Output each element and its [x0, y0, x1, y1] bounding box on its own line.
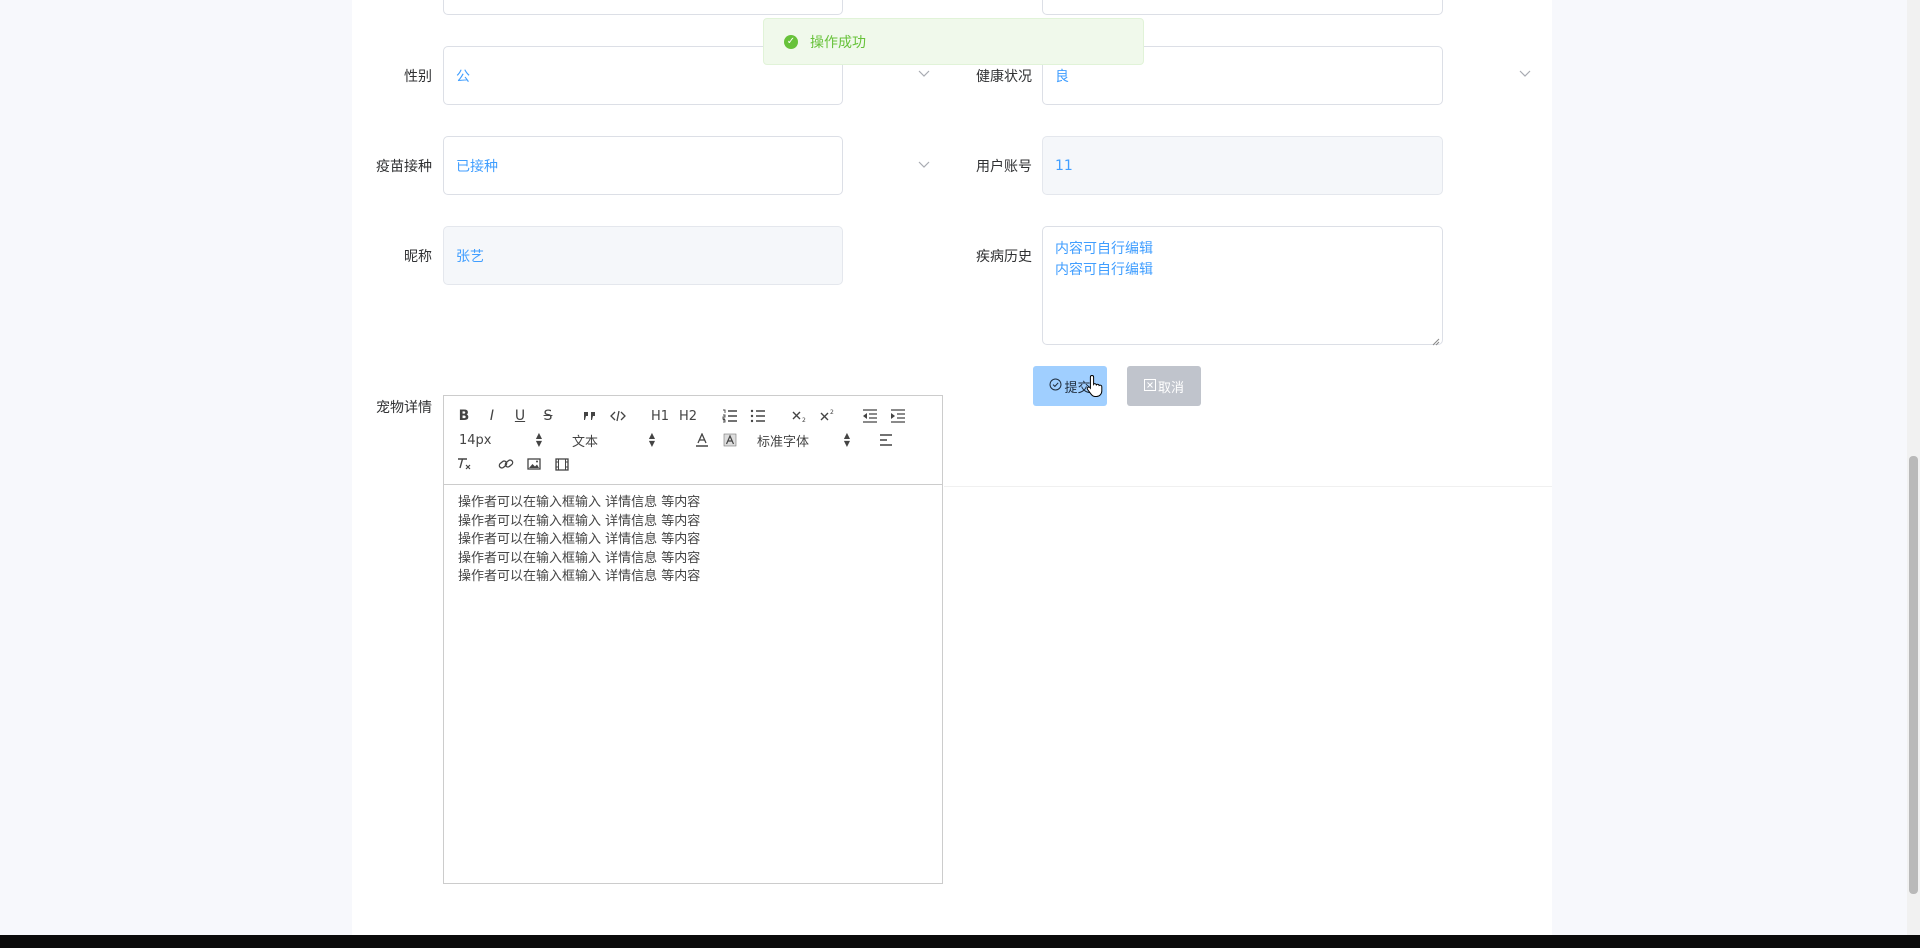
bottom-bar — [0, 935, 1920, 948]
svg-text:2: 2 — [802, 417, 806, 423]
account-value: 11 — [1055, 157, 1073, 174]
bullet-list-icon[interactable] — [746, 406, 770, 426]
close-square-icon — [1143, 378, 1156, 394]
font-family-value: 标准字体 — [757, 434, 810, 450]
history-textarea[interactable]: 内容可自行编辑 内容可自行编辑 — [1042, 226, 1443, 345]
editor-toolbar: B I U S H1 H2 2 2 14px ▲ ▼ 文本 ▲ ▼ 标准字体 ▲ ▼ — [443, 395, 943, 485]
link-icon[interactable] — [494, 454, 518, 474]
editor-line: 操作者可以在输入框输入 详情信息 等内容 — [458, 513, 701, 529]
check-circle-icon — [1049, 378, 1062, 394]
resize-handle-icon[interactable] — [1432, 334, 1440, 346]
details-label: 宠物详情 — [376, 400, 432, 416]
underline-icon[interactable]: U — [508, 406, 532, 426]
history-line: 内容可自行编辑 — [1055, 241, 1153, 257]
background-color-icon[interactable] — [718, 430, 742, 450]
editor-line: 操作者可以在输入框输入 详情信息 等内容 — [458, 532, 701, 547]
bold-icon[interactable]: B — [452, 406, 476, 426]
nickname-label: 昵称 — [404, 249, 432, 265]
text-color-icon[interactable] — [690, 430, 714, 450]
top-right-input-partial[interactable] — [1042, 0, 1443, 15]
nickname-value: 张艺 — [456, 248, 484, 265]
history-line: 内容可自行编辑 — [1055, 262, 1153, 278]
indent-icon[interactable] — [886, 406, 910, 426]
header-1-icon[interactable]: H1 — [648, 406, 672, 426]
gender-chevron-down-icon[interactable] — [918, 70, 930, 78]
scrollbar-thumb[interactable] — [1909, 456, 1918, 894]
header-picker[interactable]: 文本 ▲ ▼ — [572, 430, 655, 450]
editor-content[interactable]: 操作者可以在输入框输入 详情信息 等内容 操作者可以在输入框输入 详情信息 等内… — [458, 494, 928, 587]
account-label: 用户账号 — [976, 159, 1032, 175]
history-label: 疾病历史 — [976, 249, 1032, 265]
video-icon[interactable] — [550, 454, 574, 474]
hand-cursor-icon — [1086, 374, 1104, 398]
toast-message: 操作成功 — [810, 34, 866, 51]
header-2-icon[interactable]: H2 — [676, 406, 700, 426]
font-size-picker[interactable]: 14px ▲ ▼ — [459, 430, 542, 450]
strikethrough-icon[interactable]: S — [536, 406, 560, 426]
account-input: 11 — [1042, 136, 1443, 195]
subscript-icon[interactable]: 2 — [788, 406, 812, 426]
divider — [944, 486, 1552, 487]
health-label: 健康状况 — [976, 69, 1032, 85]
gender-label: 性别 — [404, 69, 432, 85]
header-value: 文本 — [572, 434, 599, 450]
code-block-icon[interactable] — [606, 406, 630, 426]
health-value: 良 — [1055, 68, 1069, 85]
superscript-icon[interactable]: 2 — [816, 406, 840, 426]
clear-format-icon[interactable] — [452, 454, 476, 474]
italic-icon[interactable]: I — [480, 406, 504, 426]
image-icon[interactable] — [522, 454, 546, 474]
picker-arrows-icon: ▲ ▼ — [648, 431, 655, 448]
cancel-button[interactable]: 取消 — [1127, 366, 1201, 406]
vaccine-label: 疫苗接种 — [376, 159, 432, 175]
success-toast: ✓ 操作成功 — [763, 18, 1144, 65]
vaccine-chevron-down-icon[interactable] — [918, 161, 930, 169]
font-size-value: 14px — [459, 432, 492, 448]
ordered-list-icon[interactable] — [718, 406, 742, 426]
gender-value: 公 — [456, 68, 470, 85]
blockquote-icon[interactable] — [578, 406, 602, 426]
align-left-icon[interactable] — [874, 430, 898, 450]
check-circle-icon: ✓ — [784, 34, 798, 49]
editor-line: 操作者可以在输入框输入 详情信息 等内容 — [458, 495, 701, 510]
health-chevron-down-icon[interactable] — [1519, 70, 1531, 78]
nickname-input: 张艺 — [443, 226, 843, 285]
vaccine-value: 已接种 — [456, 158, 498, 175]
editor-line: 操作者可以在输入框输入 详情信息 等内容 — [458, 569, 701, 584]
outdent-icon[interactable] — [858, 406, 882, 426]
svg-text:2: 2 — [830, 409, 834, 416]
vaccine-select[interactable]: 已接种 — [443, 136, 843, 195]
cancel-label: 取消 — [1157, 380, 1184, 396]
picker-arrows-icon: ▲ ▼ — [535, 431, 542, 448]
picker-arrows-icon: ▲ ▼ — [843, 431, 850, 448]
font-family-picker[interactable]: 标准字体 ▲ ▼ — [757, 430, 850, 450]
editor-line: 操作者可以在输入框输入 详情信息 等内容 — [458, 550, 701, 566]
top-left-input-partial[interactable] — [443, 0, 843, 15]
